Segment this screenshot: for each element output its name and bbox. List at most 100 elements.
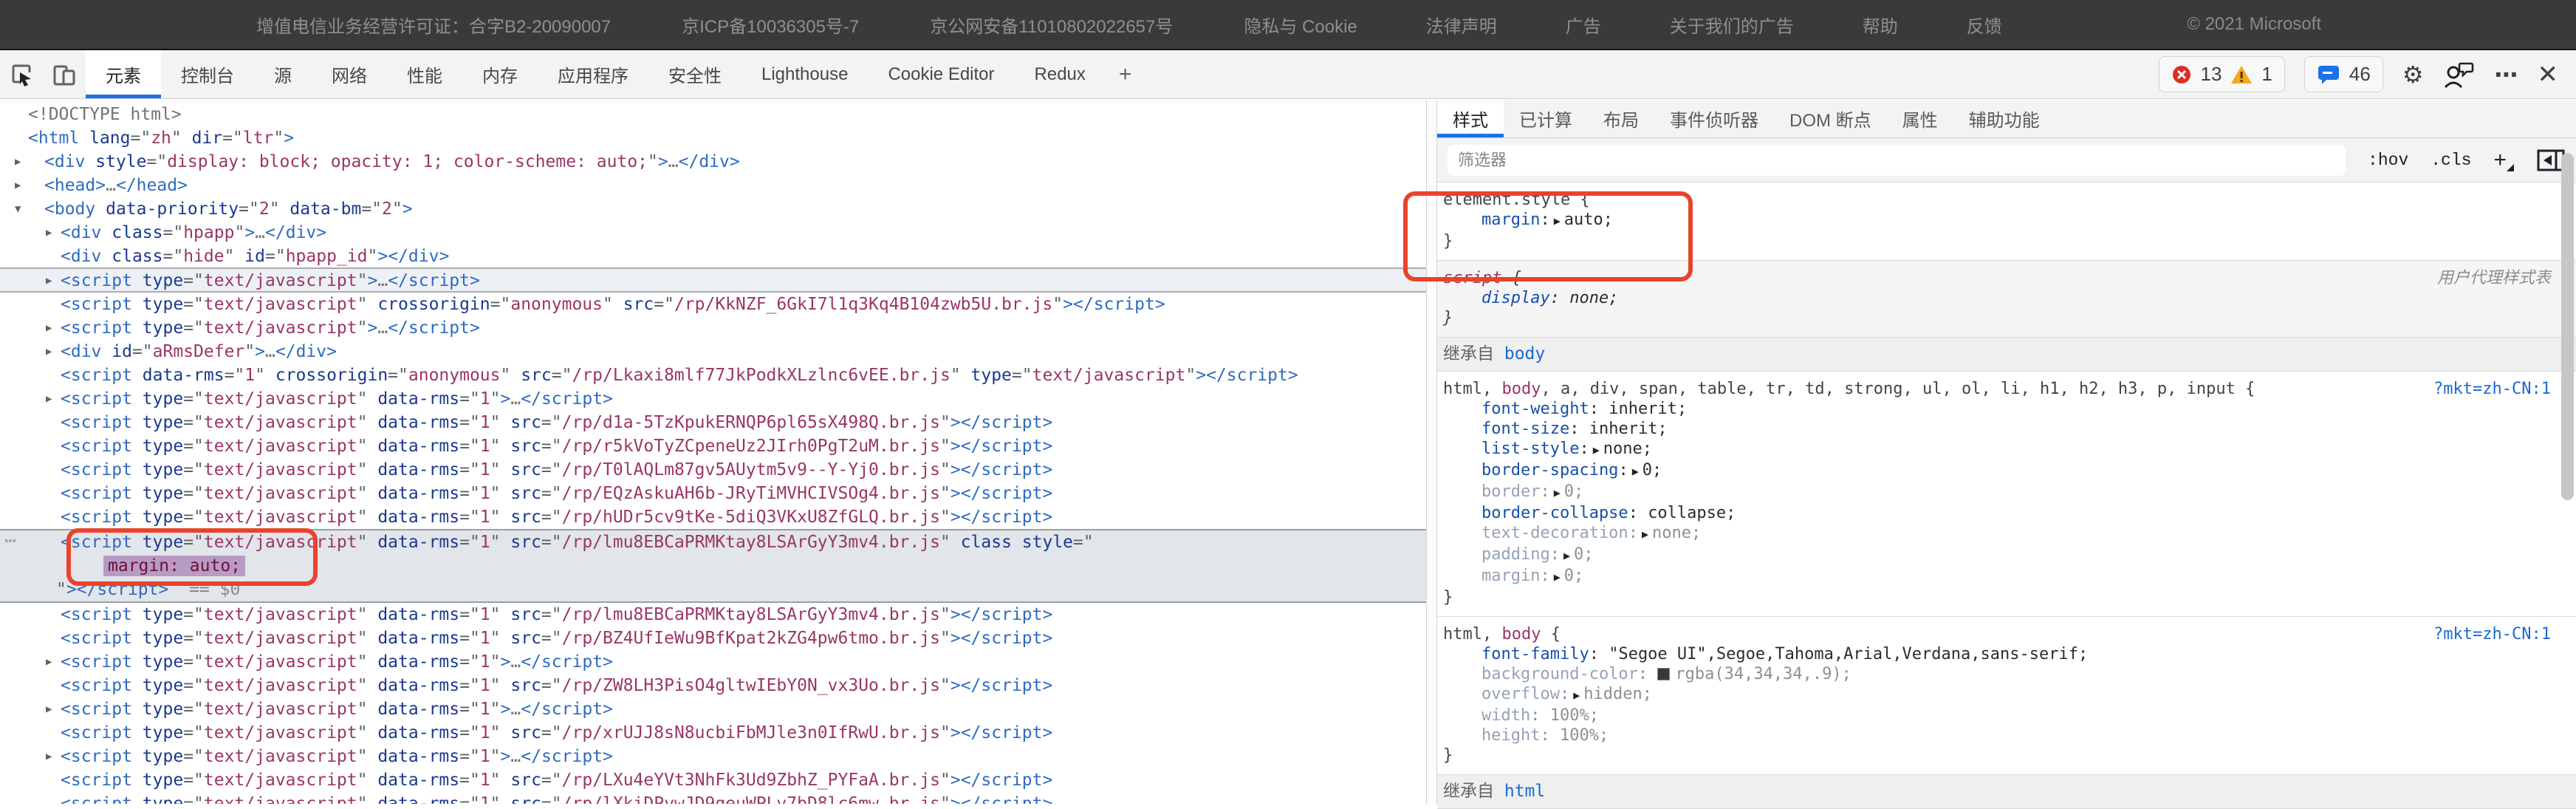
color-swatch[interactable] (1657, 668, 1670, 680)
dom-tree-row[interactable]: ▶<script type="text/javascript" data-rms… (0, 650, 1426, 674)
css-rule-reset-rule[interactable]: html, body, a, div, span, table, tr, td,… (1437, 372, 2576, 617)
rule-selector[interactable]: element.style { (1443, 190, 2546, 210)
expand-arrow-icon[interactable]: ▶ (46, 269, 52, 293)
styles-scrollbar-thumb[interactable] (2561, 153, 2574, 500)
devtools-tab-Redux[interactable]: Redux (1015, 50, 1106, 98)
css-property[interactable]: background-color: rgba(34,34,34,.9); (1443, 664, 2546, 684)
css-property[interactable]: text-decoration:▶none; (1443, 523, 2546, 545)
dom-tree-row[interactable]: ▶<div style="display: block; opacity: 1;… (0, 150, 1426, 174)
css-property[interactable]: margin:▶0; (1443, 566, 2546, 587)
toggle-class-button[interactable]: .cls (2431, 151, 2471, 170)
dom-tree-row[interactable]: <script type="text/javascript" data-rms=… (0, 434, 1426, 458)
footer-link[interactable]: 广告 (1566, 12, 1601, 38)
dom-tree-row[interactable]: <script type="text/javascript" data-rms=… (0, 674, 1426, 697)
expand-arrow-icon[interactable]: ▶ (46, 745, 52, 768)
footer-link[interactable]: 反馈 (1967, 12, 2002, 38)
dom-tree-row[interactable]: <div class="hide" id="hpapp_id"></div> (0, 245, 1426, 268)
css-property[interactable]: list-style:▶none; (1443, 439, 2546, 460)
css-property[interactable]: border:▶0; (1443, 482, 2546, 503)
css-property[interactable]: overflow:▶hidden; (1443, 684, 2546, 706)
issues-counter[interactable]: 13 1 (2159, 56, 2285, 92)
inherited-node-link[interactable]: html (1504, 782, 1545, 801)
dom-tree-row[interactable]: ▶<script type="text/javascript" data-rms… (0, 697, 1426, 721)
css-property[interactable]: height: 100%; (1443, 726, 2546, 745)
expand-arrow-icon[interactable]: ▶ (46, 221, 52, 245)
add-devtools-tab-button[interactable]: + (1106, 50, 1145, 98)
devtools-tab-元素[interactable]: 元素 (86, 50, 161, 98)
devtools-tab-Cookie Editor[interactable]: Cookie Editor (868, 50, 1014, 98)
dom-tree-row[interactable]: <script type="text/javascript" data-rms=… (0, 627, 1426, 650)
edited-style-text[interactable]: margin: auto; (103, 556, 245, 576)
devtools-tab-控制台[interactable]: 控制台 (161, 50, 254, 98)
inspect-element-button[interactable] (0, 50, 43, 98)
expand-arrow-icon[interactable]: ▶ (46, 316, 52, 340)
rule-selector[interactable]: script { (1443, 268, 2546, 288)
new-style-rule-button[interactable]: + (2493, 148, 2514, 173)
devtools-tab-网络[interactable]: 网络 (312, 50, 387, 98)
css-property[interactable]: font-family: "Segoe UI",Segoe,Tahoma,Ari… (1443, 644, 2546, 664)
stylesheet-link[interactable]: ?mkt=zh-CN:1 (2433, 379, 2551, 399)
devtools-tab-性能[interactable]: 性能 (387, 50, 462, 98)
feedback-person-icon[interactable] (2443, 61, 2476, 89)
dom-tree-row[interactable]: ▶<div class="hpapp">…</div> (0, 221, 1426, 245)
css-property[interactable]: margin:▶auto; (1443, 210, 2546, 231)
dom-tree-row[interactable]: <script type="text/javascript" data-rms=… (0, 603, 1426, 627)
styles-filter-input[interactable] (1448, 145, 2346, 176)
panel-divider[interactable] (1426, 100, 1437, 804)
styles-tab-已计算[interactable]: 已计算 (1504, 100, 1588, 137)
devtools-tab-Lighthouse[interactable]: Lighthouse (741, 50, 868, 98)
css-rule-html-body-rule[interactable]: html, body {?mkt=zh-CN:1font-family: "Se… (1437, 617, 2576, 775)
expand-arrow-icon[interactable]: ▶ (15, 150, 21, 174)
styles-tab-事件侦听器[interactable]: 事件侦听器 (1654, 100, 1774, 137)
css-property[interactable]: width: 100%; (1443, 706, 2546, 726)
css-property[interactable]: border-collapse: collapse; (1443, 503, 2546, 523)
dom-tree-row[interactable]: <script data-rms="1" crossorigin="anonym… (0, 363, 1426, 387)
node-overflow-menu[interactable]: ⋯ (4, 529, 16, 553)
dom-tree-row[interactable]: <script type="text/javascript" crossorig… (0, 293, 1426, 316)
expand-arrow-icon[interactable]: ▶ (46, 340, 52, 363)
inherited-node-link[interactable]: body (1504, 344, 1545, 363)
dom-tree-row[interactable]: ▶<script type="text/javascript">…</scrip… (0, 316, 1426, 340)
footer-link[interactable]: 帮助 (1863, 12, 1898, 38)
dom-tree-row[interactable]: <script type="text/javascript" data-rms=… (0, 505, 1426, 529)
expand-arrow-icon[interactable]: ▶ (46, 387, 52, 411)
css-property[interactable]: padding:▶0; (1443, 545, 2546, 566)
dom-tree-row[interactable]: ▶<div id="aRmsDefer">…</div> (0, 340, 1426, 363)
messages-counter[interactable]: 46 (2304, 56, 2383, 92)
dom-tree-row[interactable]: <script type="text/javascript" data-rms=… (0, 768, 1426, 792)
selected-dom-node[interactable]: ⋯<script type="text/javascript" data-rms… (0, 529, 1426, 603)
css-rule-ua-script[interactable]: script {用户代理样式表display: none;} (1437, 261, 2576, 338)
footer-link[interactable]: 关于我们的广告 (1670, 12, 1794, 38)
styles-tab-布局[interactable]: 布局 (1588, 100, 1654, 137)
styles-tab-样式[interactable]: 样式 (1437, 100, 1504, 137)
footer-link[interactable]: 隐私与 Cookie (1244, 12, 1357, 38)
rule-selector[interactable]: html, body { (1443, 624, 2546, 644)
dom-tree-row[interactable]: <script type="text/javascript" data-rms=… (0, 411, 1426, 434)
devtools-tab-安全性[interactable]: 安全性 (648, 50, 741, 98)
devtools-tab-内存[interactable]: 内存 (462, 50, 538, 98)
rule-selector[interactable]: html, body, a, div, span, table, tr, td,… (1443, 379, 2546, 399)
css-property[interactable]: font-weight: inherit; (1443, 399, 2546, 419)
expand-arrow-icon[interactable]: ▶ (46, 697, 52, 721)
expand-arrow-icon[interactable]: ▶ (15, 174, 21, 197)
toggle-pseudo-state-button[interactable]: :hov (2368, 151, 2408, 170)
dom-tree-row[interactable]: ▶<head>…</head> (0, 174, 1426, 197)
dom-tree-row[interactable]: <script type="text/javascript" data-rms=… (0, 458, 1426, 482)
styles-tab-DOM 断点[interactable]: DOM 断点 (1774, 100, 1887, 137)
expand-arrow-icon[interactable]: ▶ (46, 650, 52, 674)
devtools-tab-源[interactable]: 源 (254, 50, 312, 98)
css-rule-element-style[interactable]: element.style {margin:▶auto;} (1437, 182, 2576, 261)
styles-tab-属性[interactable]: 属性 (1887, 100, 1953, 137)
dom-tree-row[interactable]: ▶<script type="text/javascript" data-rms… (0, 745, 1426, 768)
dom-tree-row[interactable]: ▶<script type="text/javascript">…</scrip… (0, 267, 1426, 293)
dom-tree-row[interactable]: ▼<body data-priority="2" data-bm="2"> (0, 197, 1426, 221)
css-property[interactable]: border-spacing:▶0; (1443, 460, 2546, 482)
settings-gear-icon[interactable]: ⚙ (2402, 61, 2424, 89)
stylesheet-link[interactable]: ?mkt=zh-CN:1 (2433, 624, 2551, 644)
expand-arrow-icon[interactable]: ▼ (15, 197, 21, 221)
footer-link[interactable]: 法律声明 (1426, 12, 1497, 38)
dom-tree-row[interactable]: <script type="text/javascript" data-rms=… (0, 721, 1426, 745)
dom-tree-row[interactable]: <script type="text/javascript" data-rms=… (0, 792, 1426, 804)
css-property[interactable]: font-size: inherit; (1443, 419, 2546, 439)
dom-tree-row[interactable]: <script type="text/javascript" data-rms=… (0, 482, 1426, 505)
